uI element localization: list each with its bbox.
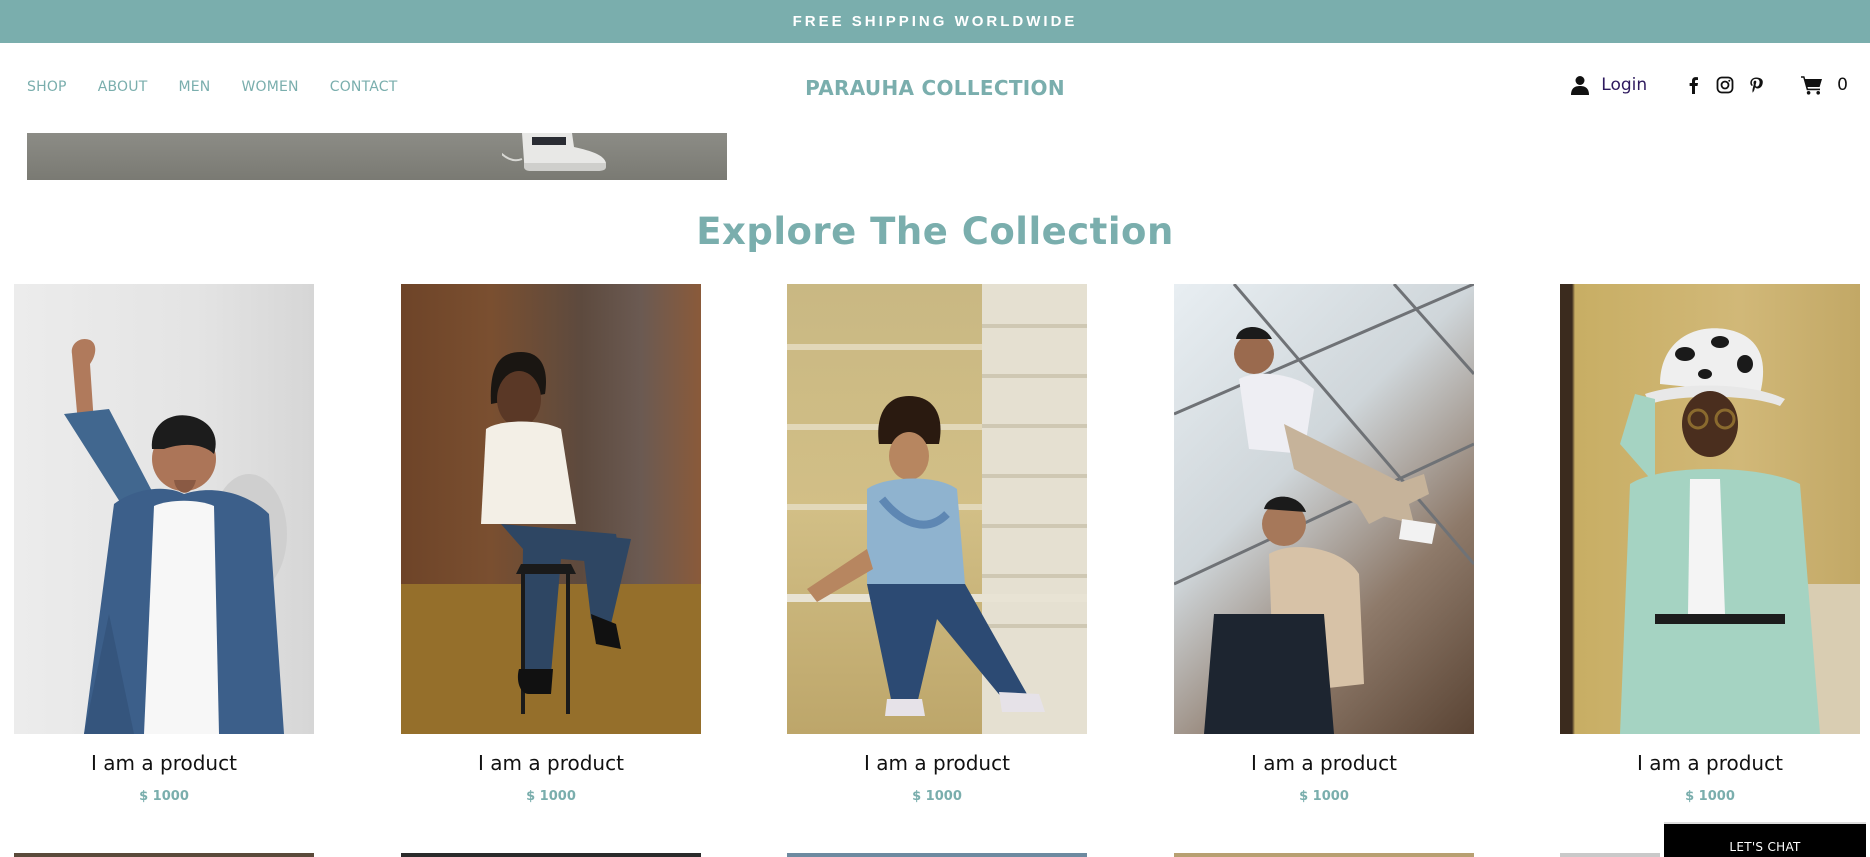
cart-button[interactable]: 0 [1801, 75, 1848, 95]
login-button[interactable]: Login [1571, 75, 1647, 95]
product-price: $ 1000 [526, 789, 576, 804]
product-image[interactable] [401, 284, 701, 734]
product-price: $ 1000 [1685, 789, 1735, 804]
product-name[interactable]: I am a product [787, 751, 1087, 775]
product-name[interactable]: I am a product [1560, 751, 1860, 775]
product-image[interactable] [1560, 284, 1860, 734]
section-title: Explore The Collection [696, 210, 1174, 253]
product-image[interactable] [1174, 284, 1474, 734]
instagram-icon[interactable] [1716, 76, 1734, 94]
site-header: SHOP ABOUT MEN WOMEN CONTACT PARAUHA COL… [0, 43, 1870, 133]
cart-count: 0 [1837, 75, 1848, 95]
header-tools: Login 0 [1571, 75, 1848, 95]
next-row-product-image[interactable] [1174, 853, 1474, 857]
next-row-product-image[interactable] [1560, 853, 1660, 857]
product-card[interactable]: I am a product $ 1000 [14, 284, 314, 804]
facebook-icon[interactable] [1685, 76, 1703, 94]
product-photo-man-white-tee-stool [401, 352, 701, 734]
product-price: $ 1000 [1299, 789, 1349, 804]
product-card[interactable]: I am a product $ 1000 [1560, 284, 1860, 804]
product-grid: I am a product $ 1000 I am a product $ 1… [14, 284, 1860, 824]
social-links [1685, 76, 1765, 94]
product-photo-man-tie-dye-steps [787, 284, 1087, 734]
user-icon [1571, 76, 1590, 95]
product-image[interactable] [14, 284, 314, 734]
product-card[interactable]: I am a product $ 1000 [787, 284, 1087, 804]
pinterest-icon[interactable] [1747, 76, 1765, 94]
product-photo-two-men-glass-wall [1174, 284, 1474, 734]
product-price: $ 1000 [139, 789, 189, 804]
login-label: Login [1601, 75, 1648, 95]
next-row-product-image[interactable] [14, 853, 314, 857]
next-row-product-image[interactable] [787, 853, 1087, 857]
chat-label: LET'S CHAT [1729, 839, 1801, 854]
product-photo-man-mint-suit-hat [1620, 328, 1860, 734]
announcement-bar: FREE SHIPPING WORLDWIDE [0, 0, 1870, 43]
product-price: $ 1000 [912, 789, 962, 804]
announcement-text: FREE SHIPPING WORLDWIDE [792, 13, 1078, 30]
hero-image-bottom [27, 133, 727, 180]
cart-icon [1801, 76, 1823, 95]
chat-button[interactable]: LET'S CHAT [1664, 822, 1866, 857]
product-name[interactable]: I am a product [1174, 751, 1474, 775]
sneaker-graphic [502, 133, 606, 171]
product-name[interactable]: I am a product [14, 751, 314, 775]
product-card[interactable]: I am a product $ 1000 [401, 284, 701, 804]
product-image[interactable] [787, 284, 1087, 734]
product-name[interactable]: I am a product [401, 751, 701, 775]
product-photo-man-denim-jacket [64, 338, 287, 734]
next-row-product-image[interactable] [401, 853, 701, 857]
product-card[interactable]: I am a product $ 1000 [1174, 284, 1474, 804]
